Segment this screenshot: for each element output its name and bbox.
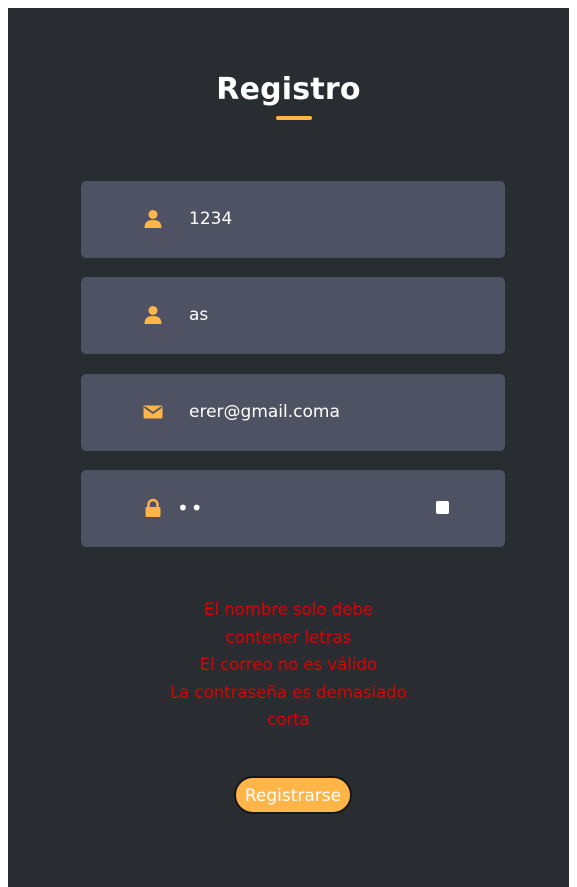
registration-panel: Registro 1234 as erer@gmail.coma •• El n… — [8, 8, 569, 887]
password-field[interactable]: •• — [81, 470, 505, 547]
user-icon — [144, 210, 162, 228]
email-field[interactable]: erer@gmail.coma — [81, 374, 505, 451]
page-title: Registro — [216, 72, 361, 107]
name-field[interactable]: as — [81, 277, 505, 354]
username-field[interactable]: 1234 — [81, 181, 505, 258]
show-password-checkbox[interactable] — [436, 501, 449, 514]
error-line: corta — [267, 710, 310, 729]
error-messages: El nombre solo debe contener letras El c… — [8, 596, 569, 734]
error-line: El nombre solo debe — [203, 600, 374, 619]
error-line: El correo no es válido — [199, 655, 378, 674]
password-input[interactable]: •• — [177, 470, 205, 547]
name-input[interactable]: as — [189, 277, 208, 354]
error-line: contener letras — [225, 627, 352, 647]
title-underline — [276, 116, 312, 120]
envelope-icon — [143, 405, 163, 419]
username-input[interactable]: 1234 — [189, 181, 232, 258]
lock-icon — [145, 498, 161, 517]
error-line: La contraseña es demasiado — [170, 682, 407, 702]
user-icon — [144, 306, 162, 324]
register-button[interactable]: Registrarse — [234, 776, 352, 814]
email-input[interactable]: erer@gmail.coma — [189, 374, 340, 451]
